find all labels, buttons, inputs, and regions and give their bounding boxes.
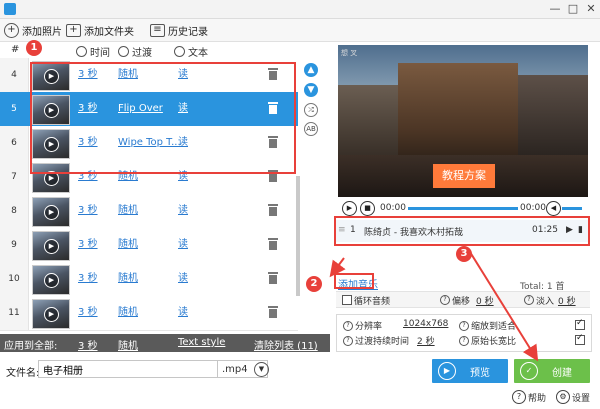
arrow-to-add-music — [329, 257, 346, 278]
arrow-to-create — [469, 251, 539, 362]
annotation-arrows — [329, 251, 539, 362]
